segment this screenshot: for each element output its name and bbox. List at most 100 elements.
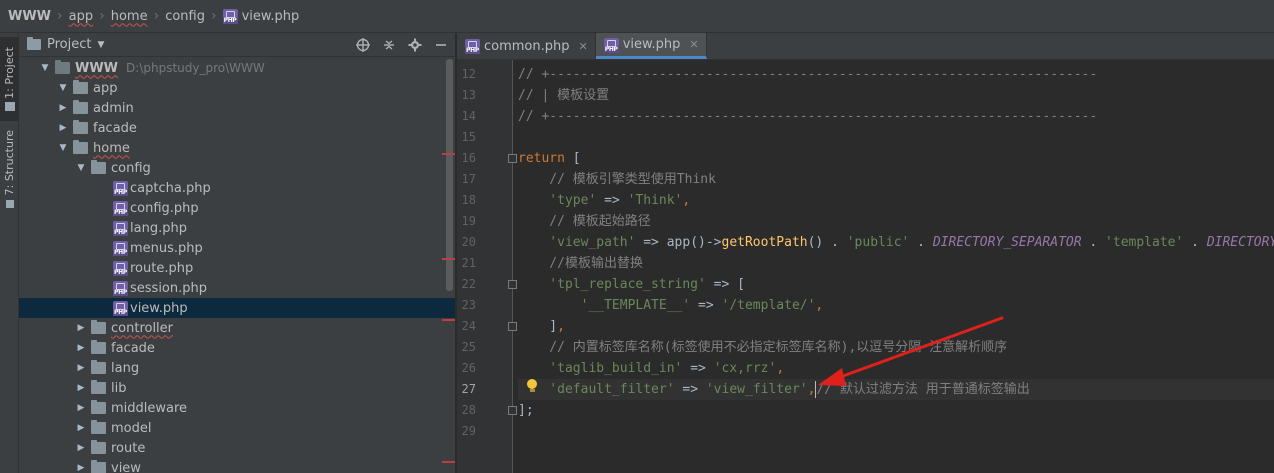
code-token: 'public'	[846, 235, 910, 250]
code-line[interactable]: '__TEMPLATE__' => '/template/',	[518, 295, 1274, 316]
tree-row-config[interactable]: ▼ config	[19, 158, 455, 178]
structure-tool-tab[interactable]: 7: Structure	[0, 125, 19, 213]
tab-common-php[interactable]: PHP common.php ✕	[457, 33, 596, 59]
tree-row-controller[interactable]: ▶ controller	[19, 318, 455, 338]
tree-row-lib[interactable]: ▶ lib	[19, 378, 455, 398]
tree-row-lang-php[interactable]: PHP lang.php	[19, 218, 455, 238]
project-panel: Project ▼ ▼ WWW D:\phpstudy_pro\WWW ▼ ap…	[19, 33, 456, 473]
tree-row-route-php[interactable]: PHP route.php	[19, 258, 455, 278]
breadcrumb-item-app[interactable]: app	[69, 9, 93, 24]
tree-row-app[interactable]: ▼ app	[19, 78, 455, 98]
collapse-arrow-icon[interactable]: ▶	[75, 463, 87, 473]
code-token: 'view_path'	[518, 235, 636, 250]
close-icon[interactable]: ✕	[689, 38, 698, 51]
code-line[interactable]	[518, 127, 1274, 148]
tree-row-lang[interactable]: ▶ lang	[19, 358, 455, 378]
error-marker[interactable]	[442, 461, 455, 463]
collapse-arrow-icon[interactable]: ▶	[75, 383, 87, 393]
collapse-arrow-icon[interactable]: ▶	[75, 323, 87, 333]
tree-row-config-php[interactable]: PHP config.php	[19, 198, 455, 218]
expand-arrow-icon[interactable]: ▼	[75, 163, 87, 173]
tree-row-facade-2[interactable]: ▶ facade	[19, 338, 455, 358]
code-token: 'Think'	[627, 193, 683, 208]
tree-row-home[interactable]: ▼ home	[19, 138, 455, 158]
line-number-gutter[interactable]: 12 13 14 15 16 17 18 19 20 21 22 23 24 25 26 27 28 29	[457, 60, 517, 473]
collapse-arrow-icon[interactable]: ▶	[57, 103, 69, 113]
project-folder-icon	[27, 37, 41, 50]
expand-arrow-icon[interactable]: ▼	[39, 63, 51, 73]
breadcrumb-item-home[interactable]: home	[111, 9, 148, 24]
fold-marker-icon[interactable]	[508, 322, 517, 331]
project-tool-tab[interactable]: 1: Project	[0, 37, 19, 121]
tab-label: common.php	[484, 38, 570, 54]
collapse-icon[interactable]	[381, 37, 397, 53]
code-line[interactable]: // +------------------------------------…	[518, 64, 1274, 85]
tree-row-captcha-php[interactable]: PHP captcha.php	[19, 178, 455, 198]
tree-row-menus-php[interactable]: PHP menus.php	[19, 238, 455, 258]
code-line[interactable]: 'view_path' => app()->getRootPath() . 'p…	[518, 232, 1274, 253]
error-marker[interactable]	[442, 319, 455, 321]
code-line[interactable]: // | 模板设置	[518, 85, 1274, 106]
code-line[interactable]: 'default_filter' => 'view_filter',// 默认过…	[518, 379, 1274, 400]
expand-arrow-icon[interactable]: ▼	[57, 143, 69, 153]
expand-arrow-icon[interactable]: ▼	[57, 83, 69, 93]
fold-marker-icon[interactable]	[508, 406, 517, 415]
tree-item-label: facade	[93, 120, 137, 136]
code-line[interactable]: return [	[518, 148, 1274, 169]
tree-row-route[interactable]: ▶ route	[19, 438, 455, 458]
tree-row-middleware[interactable]: ▶ middleware	[19, 398, 455, 418]
code-line[interactable]: // 模板引擎类型使用Think	[518, 169, 1274, 190]
php-file-icon: PHP	[222, 9, 238, 24]
minimize-icon[interactable]	[433, 37, 449, 53]
project-panel-title[interactable]: Project	[47, 37, 91, 52]
code-token: .	[1081, 235, 1106, 250]
tree-item-label: model	[111, 420, 152, 436]
code-line[interactable]: // 内置标签库名称(标签使用不必指定标签库名称),以逗号分隔 注意解析顺序	[518, 337, 1274, 358]
code-line[interactable]: 'taglib_build_in' => 'cx,rrz',	[518, 358, 1274, 379]
error-marker[interactable]	[442, 153, 455, 155]
code-area[interactable]: // +------------------------------------…	[518, 60, 1274, 473]
tree-row-view-php[interactable]: PHP view.php	[19, 298, 455, 318]
breadcrumb-item-config[interactable]: config	[165, 9, 205, 24]
line-number: 25	[461, 340, 476, 354]
code-line[interactable]: // +------------------------------------…	[518, 106, 1274, 127]
code-line[interactable]: // 模板起始路径	[518, 211, 1274, 232]
folder-icon	[91, 400, 106, 414]
collapse-arrow-icon[interactable]: ▶	[75, 363, 87, 373]
breadcrumb-item-view-php[interactable]: view.php	[242, 9, 300, 24]
collapse-arrow-icon[interactable]: ▶	[75, 403, 87, 413]
code-line[interactable]: 'type' => 'Think',	[518, 190, 1274, 211]
fold-marker-icon[interactable]	[508, 154, 517, 163]
code-line[interactable]: ],	[518, 316, 1274, 337]
collapse-arrow-icon[interactable]: ▶	[57, 123, 69, 133]
tab-view-php[interactable]: PHP view.php ✕	[595, 33, 707, 59]
error-marker[interactable]	[442, 258, 455, 260]
tool-window-strip: 1: Project 7: Structure	[0, 33, 19, 473]
code-line[interactable]: ];	[518, 400, 1274, 421]
tree-row-facade[interactable]: ▶ facade	[19, 118, 455, 138]
code-token: DIRECTORY_SEPARATOR	[1206, 235, 1274, 250]
lightbulb-icon[interactable]	[527, 379, 538, 392]
tree-row-www[interactable]: ▼ WWW D:\phpstudy_pro\WWW	[19, 58, 455, 78]
gear-icon[interactable]	[407, 37, 423, 53]
collapse-arrow-icon[interactable]: ▶	[75, 443, 87, 453]
code-token: ,	[776, 361, 785, 376]
tree-row-admin[interactable]: ▶ admin	[19, 98, 455, 118]
tree-row-view[interactable]: ▶ view	[19, 458, 455, 473]
collapse-arrow-icon[interactable]: ▶	[75, 423, 87, 433]
code-line[interactable]: //模板输出替换	[518, 253, 1274, 274]
tree-row-model[interactable]: ▶ model	[19, 418, 455, 438]
code-line[interactable]: 'tpl_replace_string' => [	[518, 274, 1274, 295]
tree-item-label: captcha.php	[130, 180, 211, 196]
tree-item-label: route.php	[130, 260, 194, 276]
project-scrollbar[interactable]	[446, 59, 453, 291]
caret-down-icon[interactable]: ▼	[97, 40, 104, 50]
breadcrumb-item-www[interactable]: WWW	[8, 9, 51, 24]
code-line[interactable]	[518, 421, 1274, 442]
close-icon[interactable]: ✕	[579, 40, 588, 53]
tree-row-session-php[interactable]: PHP session.php	[19, 278, 455, 298]
fold-marker-icon[interactable]	[508, 280, 517, 289]
collapse-arrow-icon[interactable]: ▶	[75, 343, 87, 353]
line-number: 23	[461, 298, 476, 312]
globe-icon[interactable]	[355, 37, 371, 53]
